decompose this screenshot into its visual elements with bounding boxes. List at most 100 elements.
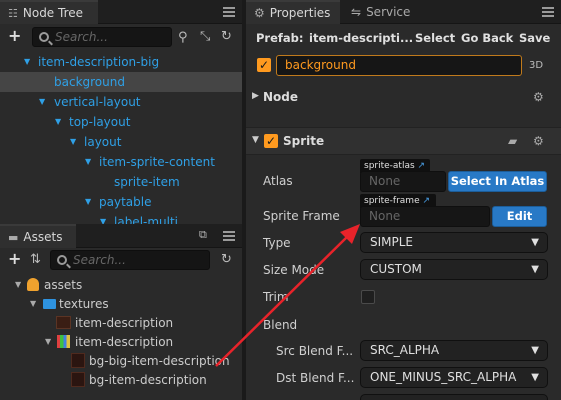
tab-service-label: Service bbox=[366, 5, 411, 19]
asset-item[interactable]: ▼ item-description bbox=[0, 332, 242, 352]
node-active-checkbox[interactable]: ✓ bbox=[257, 58, 271, 72]
refresh-icon[interactable]: ↻ bbox=[221, 29, 232, 44]
asset-item[interactable]: item-description bbox=[0, 313, 242, 333]
tab-service[interactable]: ⇋ Service bbox=[343, 0, 423, 24]
prefab-name: item-descripti... bbox=[309, 31, 414, 45]
expand-arrow-icon[interactable]: ▼ bbox=[70, 132, 76, 152]
tree-item[interactable]: ▼ paytable bbox=[0, 192, 242, 212]
node-tree-search[interactable] bbox=[32, 27, 172, 47]
dst-blend-label: Dst Blend F... bbox=[276, 371, 355, 385]
dropdown-caret-icon: ▼ bbox=[531, 345, 539, 356]
trim-checkbox[interactable] bbox=[361, 290, 375, 304]
sprite-section-title: Sprite bbox=[283, 134, 325, 148]
asset-item[interactable]: ▼ textures bbox=[0, 294, 242, 314]
assets-menu-icon[interactable] bbox=[223, 229, 235, 241]
dropdown-caret-icon: ▼ bbox=[531, 372, 539, 383]
tree-item[interactable]: ▼ item-description-big bbox=[0, 52, 242, 72]
tree-item[interactable]: ▼ layout bbox=[0, 132, 242, 152]
sort-icon[interactable]: ⇅ bbox=[30, 252, 41, 267]
asset-item[interactable]: bg-big-item-description bbox=[0, 351, 242, 371]
asset-item[interactable]: ▼ assets bbox=[0, 275, 242, 295]
assets-list: ▼ assets ▼ textures item-description ▼ i… bbox=[0, 275, 242, 400]
folder-icon: ▬ bbox=[8, 230, 19, 244]
tab-properties[interactable]: ⚙ Properties bbox=[246, 0, 340, 24]
expand-arrow-icon[interactable]: ▼ bbox=[39, 92, 45, 112]
expand-arrow-icon[interactable]: ▼ bbox=[15, 275, 21, 295]
dropdown-caret-icon: ▼ bbox=[531, 237, 539, 248]
refresh-icon[interactable]: ↻ bbox=[221, 252, 232, 267]
expand-arrow-icon[interactable]: ▼ bbox=[30, 294, 36, 314]
tree-item[interactable]: ▼ item-sprite-content bbox=[0, 152, 242, 172]
gear-icon[interactable]: ⚙ bbox=[533, 90, 544, 104]
collapse-icon[interactable]: ⤡ bbox=[200, 29, 210, 44]
sprite-section-header[interactable]: ▼ ✓ Sprite ▰ ⚙ bbox=[246, 127, 561, 155]
sprite-enabled-checkbox[interactable]: ✓ bbox=[264, 134, 278, 148]
next-field-partial bbox=[360, 394, 548, 400]
popout-icon[interactable]: ⧉ bbox=[199, 228, 207, 242]
book-icon[interactable]: ▰ bbox=[508, 134, 517, 148]
node-tree-search-input[interactable] bbox=[33, 28, 171, 46]
collapse-arrow-icon: ▶ bbox=[252, 91, 259, 101]
edit-sprite-frame-button[interactable]: Edit bbox=[492, 206, 547, 227]
src-blend-label: Src Blend F... bbox=[276, 344, 354, 358]
sprite-frame-field[interactable]: None bbox=[360, 206, 490, 227]
tab-assets-label: Assets bbox=[23, 230, 63, 244]
tree-item[interactable]: sprite-item bbox=[0, 172, 242, 192]
node-name-value: background bbox=[285, 58, 356, 72]
node-tree-menu-icon[interactable] bbox=[223, 5, 235, 17]
assets-search-input[interactable] bbox=[51, 251, 209, 269]
assets-search[interactable] bbox=[50, 250, 210, 270]
link-icon: ↗ bbox=[414, 161, 426, 171]
tab-assets[interactable]: ▬ Assets bbox=[0, 224, 76, 248]
prefab-go-back-button[interactable]: Go Back bbox=[461, 31, 513, 45]
folder-icon bbox=[43, 299, 56, 309]
type-select[interactable]: SIMPLE ▼ bbox=[360, 232, 548, 253]
search-icon[interactable]: ⚲ bbox=[178, 30, 188, 45]
tab-properties-label: Properties bbox=[269, 6, 331, 20]
type-label: Type bbox=[263, 236, 291, 250]
dst-blend-select[interactable]: ONE_MINUS_SRC_ALPHA ▼ bbox=[360, 367, 548, 388]
atlas-field[interactable]: None bbox=[360, 171, 446, 192]
node-tree-toolbar: + ⚲ ⤡ ↻ bbox=[0, 25, 242, 51]
tree-item-selected[interactable]: background bbox=[0, 72, 242, 92]
expand-arrow-icon[interactable]: ▼ bbox=[85, 192, 91, 212]
add-node-button[interactable]: + bbox=[8, 26, 21, 45]
select-in-atlas-button[interactable]: Select In Atlas bbox=[448, 171, 547, 192]
node-name-field[interactable]: background bbox=[276, 55, 522, 76]
spritesheet-icon bbox=[57, 335, 70, 348]
trim-label: Trim bbox=[263, 290, 289, 304]
add-asset-button[interactable]: + bbox=[8, 249, 21, 268]
panel-divider[interactable] bbox=[242, 0, 246, 400]
prefab-label: Prefab: bbox=[256, 31, 304, 45]
prefab-save-button[interactable]: Save bbox=[519, 31, 550, 45]
properties-menu-icon[interactable] bbox=[542, 5, 554, 17]
prefab-select-button[interactable]: Select bbox=[415, 31, 455, 45]
tab-node-tree-label: Node Tree bbox=[22, 6, 84, 20]
node-tree-list: ▼ item-description-big background ▼ vert… bbox=[0, 52, 242, 226]
sprite-frame-icon bbox=[71, 353, 85, 368]
tree-item[interactable]: ▼ vertical-layout bbox=[0, 92, 242, 112]
expand-arrow-icon[interactable]: ▼ bbox=[55, 112, 61, 132]
service-icon: ⇋ bbox=[351, 5, 362, 19]
size-mode-label: Size Mode bbox=[263, 263, 325, 277]
gear-icon[interactable]: ⚙ bbox=[533, 134, 544, 148]
expand-arrow-icon[interactable]: ▼ bbox=[85, 152, 91, 172]
size-mode-select[interactable]: CUSTOM ▼ bbox=[360, 259, 548, 280]
node-tree-panel: ☷ Node Tree + ⚲ ⤡ ↻ ▼ item-description-b… bbox=[0, 0, 242, 226]
node-section-header[interactable]: ▶ Node ⚙ bbox=[246, 84, 561, 112]
tab-node-tree[interactable]: ☷ Node Tree bbox=[0, 0, 98, 24]
expand-arrow-icon[interactable]: ▼ bbox=[24, 52, 30, 72]
tree-item[interactable]: ▼ top-layout bbox=[0, 112, 242, 132]
expand-arrow-icon[interactable]: ▼ bbox=[45, 332, 51, 352]
assets-panel: ▬ Assets ⧉ + ⇅ ↻ ▼ assets ▼ textures ite… bbox=[0, 224, 242, 400]
node-section-title: Node bbox=[263, 90, 299, 104]
asset-item[interactable]: bg-item-description bbox=[0, 370, 242, 390]
blend-label: Blend bbox=[263, 318, 298, 332]
src-blend-select[interactable]: SRC_ALPHA ▼ bbox=[360, 340, 548, 361]
sprite-frame-icon bbox=[71, 372, 85, 387]
assets-toolbar: + ⇅ ↻ bbox=[0, 248, 242, 274]
node-mode-label: 3D bbox=[529, 60, 544, 71]
search-icon bbox=[57, 255, 67, 265]
properties-tabbar: ⚙ Properties ⇋ Service bbox=[246, 0, 561, 24]
sprite-frame-label: Sprite Frame bbox=[263, 209, 340, 223]
